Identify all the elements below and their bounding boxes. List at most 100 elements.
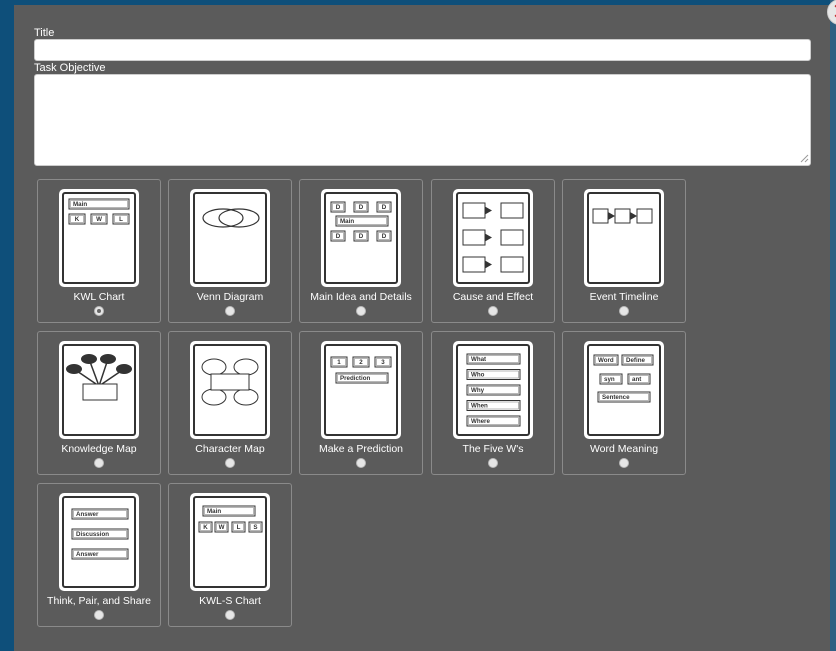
icon-tag-label: W: [219, 524, 225, 531]
organizer-radio[interactable]: [225, 458, 235, 468]
five-ws-icon: What Who Why When Where: [466, 353, 521, 427]
organizer-name: Character Map: [195, 443, 265, 455]
thumbnail-frame: Word Define syn ant Sentence: [587, 344, 661, 436]
icon-tag-label: Who: [471, 372, 485, 379]
icon-shape: [218, 208, 260, 228]
organizer-name: Make a Prediction: [318, 443, 404, 455]
organizer-option-five-ws[interactable]: What Who Why When Where The Five W's: [431, 331, 555, 475]
icon-tag-label: D: [382, 233, 387, 240]
icon-tag-label: Word: [598, 357, 614, 364]
organizer-radio[interactable]: [619, 306, 629, 316]
organizer-thumbnail[interactable]: Word Define syn ant Sentence: [584, 341, 664, 439]
icon-tag-label: W: [96, 216, 102, 223]
organizer-radio[interactable]: [488, 458, 498, 468]
organizer-radio[interactable]: [94, 306, 104, 316]
organizer-thumbnail[interactable]: [190, 189, 270, 287]
organizer-radio[interactable]: [356, 458, 366, 468]
organizer-thumbnail[interactable]: [453, 189, 533, 287]
organizer-thumbnail[interactable]: Main K W L S: [190, 493, 270, 591]
prediction-icon: 1 2 3 Prediction: [330, 356, 392, 384]
icon-shape: [116, 364, 132, 374]
organizer-radio[interactable]: [94, 610, 104, 620]
thumbnail-frame: [587, 192, 661, 284]
icon-tag-label: K: [203, 524, 208, 531]
icon-shape: [100, 354, 116, 364]
word-meaning-icon: Word Define syn ant Sentence: [593, 354, 654, 403]
icon-tag-label: Define: [626, 357, 645, 364]
organizer-option-prediction[interactable]: 1 2 3 Prediction Make a Prediction: [299, 331, 423, 475]
icon-shape: [66, 364, 82, 374]
icon-shape: [210, 373, 250, 391]
organizer-radio[interactable]: [619, 458, 629, 468]
organizer-option-knowledge-map[interactable]: Knowledge Map: [37, 331, 161, 475]
graphic-organizer-dialog: ✕ Title Task Objective Main K W L KWL Chart V…: [14, 0, 836, 651]
organizer-radio[interactable]: [225, 610, 235, 620]
icon-tag-label: 1: [337, 359, 341, 366]
main-idea-details-icon: D D D Main D D D: [330, 201, 392, 242]
icon-shape: [81, 354, 97, 364]
organizer-radio[interactable]: [356, 306, 366, 316]
task-objective-textarea[interactable]: [34, 74, 811, 166]
icon-shape: [614, 208, 631, 224]
think-pair-share-icon: Answer Discussion Answer: [71, 508, 129, 560]
organizer-option-venn-diagram[interactable]: Venn Diagram: [168, 179, 292, 323]
icon-tag-label: D: [336, 204, 341, 211]
organizer-thumbnail[interactable]: [59, 341, 139, 439]
icon-tag-label: K: [75, 216, 80, 223]
icon-tag-label: Why: [471, 387, 485, 394]
resize-grip-icon[interactable]: [799, 153, 809, 163]
organizer-option-cause-effect[interactable]: Cause and Effect: [431, 179, 555, 323]
icon-tag-label: syn: [604, 376, 615, 383]
organizer-thumbnail[interactable]: Answer Discussion Answer: [59, 493, 139, 591]
organizer-name: Word Meaning: [589, 443, 659, 455]
organizer-option-kwls-chart[interactable]: Main K W L S KWL-S Chart: [168, 483, 292, 627]
right-edge: [830, 0, 836, 651]
organizer-name: KWL Chart: [73, 291, 125, 303]
organizer-option-kwl-chart[interactable]: Main K W L KWL Chart: [37, 179, 161, 323]
icon-tag-label: L: [237, 524, 241, 531]
organizer-thumbnail[interactable]: D D D Main D D D: [321, 189, 401, 287]
close-icon: ✕: [828, 0, 836, 26]
organizer-name: Venn Diagram: [196, 291, 264, 303]
organizer-thumbnail[interactable]: 1 2 3 Prediction: [321, 341, 401, 439]
organizer-radio[interactable]: [94, 458, 104, 468]
icon-shape: [462, 256, 486, 273]
icon-tag-label: When: [471, 403, 488, 410]
organizer-option-event-timeline[interactable]: Event Timeline: [562, 179, 686, 323]
organizer-option-word-meaning[interactable]: Word Define syn ant Sentence Word Meaning: [562, 331, 686, 475]
thumbnail-frame: What Who Why When Where: [456, 344, 530, 436]
icon-tag-label: Answer: [76, 551, 99, 558]
icon-shape: [485, 206, 492, 215]
organizer-thumbnail[interactable]: [190, 341, 270, 439]
icon-shape: [500, 202, 524, 219]
icon-tag-label: D: [336, 233, 341, 240]
organizer-radio[interactable]: [488, 306, 498, 316]
venn-diagram-icon: [202, 208, 260, 228]
icon-tag-label: L: [119, 216, 123, 223]
organizer-thumbnail[interactable]: Main K W L: [59, 189, 139, 287]
organizer-option-character-map[interactable]: Character Map: [168, 331, 292, 475]
thumbnail-frame: [193, 344, 267, 436]
objective-label: Task Objective: [34, 62, 106, 74]
icon-tag-label: 2: [359, 359, 363, 366]
organizer-option-main-idea-details[interactable]: D D D Main D D D Main Idea and Details: [299, 179, 423, 323]
close-button[interactable]: ✕: [827, 0, 836, 25]
organizer-name: Think, Pair, and Share: [47, 595, 151, 607]
organizer-thumbnail[interactable]: What Who Why When Where: [453, 341, 533, 439]
organizer-radio[interactable]: [225, 306, 235, 316]
icon-tag-label: ant: [632, 376, 641, 383]
icon-shape: [485, 260, 492, 269]
organizer-thumbnail[interactable]: [584, 189, 664, 287]
icon-shape: [608, 212, 615, 220]
title-input[interactable]: [34, 39, 811, 61]
thumbnail-frame: Answer Discussion Answer: [62, 496, 136, 588]
icon-tag-label: Where: [471, 418, 490, 425]
organizer-name: Event Timeline: [589, 291, 659, 303]
icon-shape: [462, 229, 486, 246]
icon-tag-label: What: [471, 356, 486, 363]
thumbnail-frame: 1 2 3 Prediction: [324, 344, 398, 436]
icon-shape: [500, 229, 524, 246]
organizer-option-think-pair-share[interactable]: Answer Discussion Answer Think, Pair, and S…: [37, 483, 161, 627]
icon-shape: [592, 208, 609, 224]
thumbnail-frame: Main K W L: [62, 192, 136, 284]
